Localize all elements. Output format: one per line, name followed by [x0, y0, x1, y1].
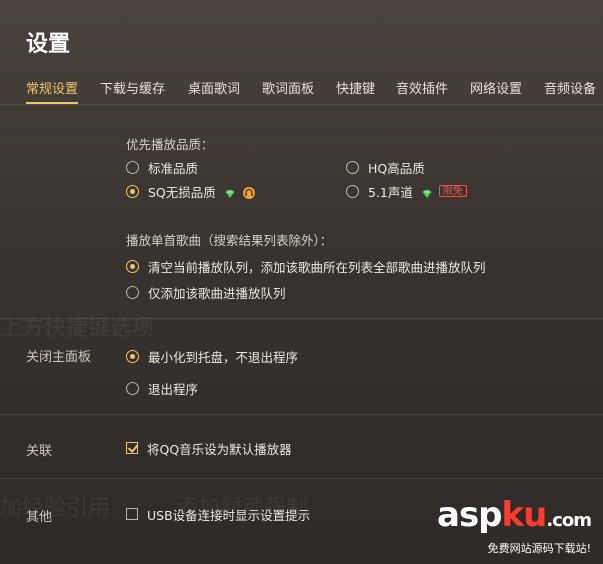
close-panel-minimize-option[interactable]: 最小化到托盘，不退出程序 — [126, 347, 298, 365]
watermark-brand-c: .com — [546, 510, 592, 531]
single-play-title: 播放单首歌曲（搜索结果列表除外）： — [126, 233, 333, 248]
tab-desktop-lyrics[interactable]: 桌面歌词 — [188, 78, 240, 97]
background-ghost-text-2: 加经验引用 — [0, 496, 111, 521]
tab-sound-plugins[interactable]: 音效插件 — [396, 78, 448, 97]
default-player-checkbox-option[interactable]: 将QQ音乐设为默认播放器 — [126, 439, 292, 457]
watermark-brand-a: asp — [437, 495, 503, 535]
checkbox-label: USB设备连接时显示设置提示 — [147, 507, 311, 523]
background-ghost-text-1: 上方快捷键选项 — [0, 316, 155, 341]
quality-sq-option[interactable]: SQ无损品质 — [126, 182, 255, 200]
limited-free-badge: 限免 — [438, 185, 467, 197]
option-label: SQ无损品质 — [148, 184, 216, 200]
site-watermark: aspku.com 免费网站源码下载站! — [437, 495, 592, 556]
watermark-brand-b: ku — [501, 495, 548, 535]
radio-button[interactable] — [346, 160, 359, 174]
radio-button[interactable] — [126, 259, 139, 273]
checkbox-label: 将QQ音乐设为默认播放器 — [147, 441, 292, 457]
radio-button[interactable] — [126, 160, 139, 174]
tab-audio-device[interactable]: 音频设备 — [544, 78, 596, 97]
radio-button[interactable] — [346, 184, 359, 198]
other-label: 其他 — [26, 510, 53, 525]
option-label: 退出程序 — [148, 381, 199, 397]
tab-general[interactable]: 常规设置 — [26, 78, 79, 104]
quality-title: 优先播放品质： — [126, 137, 214, 152]
tab-hotkeys[interactable]: 快捷键 — [336, 78, 375, 97]
option-label: 标准品质 — [148, 160, 199, 176]
quality-51-option[interactable]: 5.1声道 限免 — [346, 182, 467, 200]
settings-tabs: 常规设置 下载与缓存 桌面歌词 歌词面板 快捷键 音效插件 网络设置 音频设备 — [0, 78, 603, 106]
watermark-tagline: 免费网站源码下载站! — [487, 542, 591, 555]
tab-network-settings[interactable]: 网络设置 — [470, 78, 522, 97]
quality-hq-option[interactable]: HQ高品质 — [346, 158, 425, 176]
radio-button[interactable] — [126, 349, 139, 363]
option-label: HQ高品质 — [368, 160, 425, 176]
option-label: 最小化到托盘，不退出程序 — [148, 349, 299, 365]
tabs-divider — [0, 104, 603, 105]
green-diamond-icon — [224, 185, 236, 199]
radio-button[interactable] — [126, 285, 139, 299]
section-divider — [0, 414, 603, 415]
section-divider — [0, 318, 603, 319]
single-play-replace-queue-option[interactable]: 清空当前播放队列，添加该歌曲所在列表全部歌曲进播放队列 — [126, 257, 486, 275]
checkbox[interactable] — [126, 508, 138, 520]
green-diamond-icon — [421, 185, 433, 199]
checkbox[interactable] — [126, 442, 138, 454]
option-label: 清空当前播放队列，添加该歌曲所在列表全部歌曲进播放队列 — [148, 259, 486, 275]
headphones-icon — [242, 185, 255, 199]
usb-prompt-checkbox-option[interactable]: USB设备连接时显示设置提示 — [126, 505, 310, 523]
page-title: 设置 — [26, 32, 71, 57]
close-panel-exit-option[interactable]: 退出程序 — [126, 379, 198, 397]
single-play-add-only-option[interactable]: 仅添加该歌曲进播放队列 — [126, 283, 286, 301]
tab-download-cache[interactable]: 下载与缓存 — [100, 78, 165, 97]
radio-button[interactable] — [126, 184, 139, 198]
option-label: 5.1声道 — [368, 184, 413, 200]
close-panel-label: 关闭主面板 — [26, 350, 92, 365]
radio-button[interactable] — [126, 381, 139, 395]
watermark-logo: aspku.com — [437, 495, 592, 538]
association-label: 关联 — [26, 444, 53, 459]
option-label: 仅添加该歌曲进播放队列 — [148, 285, 286, 301]
tab-lyrics-panel[interactable]: 歌词面板 — [262, 78, 314, 97]
quality-standard-option[interactable]: 标准品质 — [126, 158, 198, 176]
section-divider — [0, 478, 603, 479]
